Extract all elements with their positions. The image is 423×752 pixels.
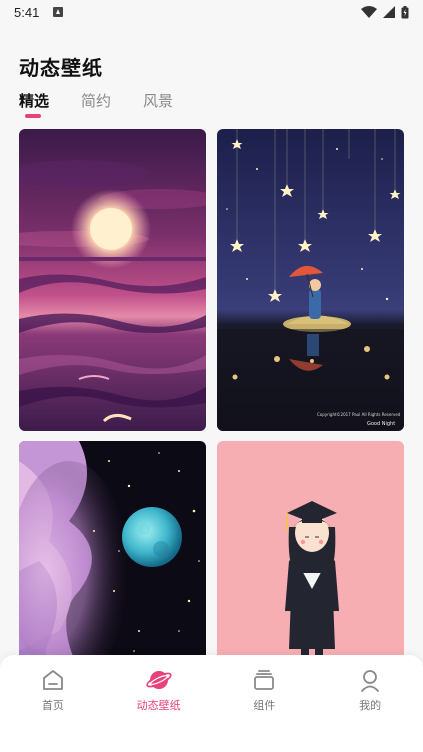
tab-active-indicator bbox=[25, 114, 41, 118]
nav-item-widgets[interactable]: 组件 bbox=[212, 655, 318, 752]
planet-icon bbox=[145, 671, 172, 689]
widget-stack-icon bbox=[254, 670, 275, 690]
nav-item-home[interactable]: 首页 bbox=[0, 655, 106, 752]
wallpaper-card-galaxy[interactable] bbox=[19, 441, 206, 689]
sunset-sea-image bbox=[19, 129, 206, 431]
tab-featured-label: 精选 bbox=[19, 92, 50, 110]
copyright-watermark: Copyright©2017 Paul All Rights Reserved bbox=[317, 412, 401, 417]
nav-profile-label: 我的 bbox=[359, 699, 382, 712]
status-time: 5:41 bbox=[14, 4, 40, 20]
tab-simple[interactable]: 简约 bbox=[81, 90, 111, 111]
status-icons bbox=[361, 5, 409, 19]
notification-a-icon bbox=[53, 7, 64, 17]
nav-home-label: 首页 bbox=[41, 699, 64, 712]
nav-item-profile[interactable]: 我的 bbox=[317, 655, 423, 752]
nav-item-live-wallpaper[interactable]: 动态壁纸 bbox=[106, 655, 212, 752]
wallpaper-grid: Copyright©2017 Paul All Rights Reserved … bbox=[19, 129, 405, 689]
bottom-navigation: 首页 动态壁纸 组件 我的 bbox=[0, 655, 423, 752]
wallpaper-card-graduate[interactable] bbox=[217, 441, 404, 689]
starry-night-image: Copyright©2017 Paul All Rights Reserved … bbox=[217, 129, 404, 431]
wallpaper-card-starry-night[interactable]: Copyright©2017 Paul All Rights Reserved … bbox=[217, 129, 404, 431]
tab-simple-label: 简约 bbox=[81, 92, 112, 110]
tab-scenery[interactable]: 风景 bbox=[143, 90, 173, 111]
good-night-caption: Good Night bbox=[367, 421, 395, 427]
category-tabs: 精选 简约 风景 bbox=[19, 90, 173, 118]
page-title: 动态壁纸 bbox=[19, 56, 103, 80]
signal-icon bbox=[383, 6, 395, 18]
wallpaper-card-sunset[interactable] bbox=[19, 129, 206, 431]
profile-icon bbox=[361, 670, 380, 692]
nav-live-wallpaper-label: 动态壁纸 bbox=[136, 699, 181, 712]
status-bar: 5:41 bbox=[0, 0, 423, 24]
galaxy-image bbox=[19, 441, 206, 689]
tab-scenery-label: 风景 bbox=[143, 92, 174, 110]
tab-featured[interactable]: 精选 bbox=[19, 90, 50, 118]
battery-icon bbox=[401, 5, 409, 18]
nav-widgets-label: 组件 bbox=[253, 699, 276, 712]
graduate-girl-image bbox=[217, 441, 404, 689]
wifi-icon bbox=[361, 6, 377, 18]
home-icon bbox=[42, 670, 63, 690]
